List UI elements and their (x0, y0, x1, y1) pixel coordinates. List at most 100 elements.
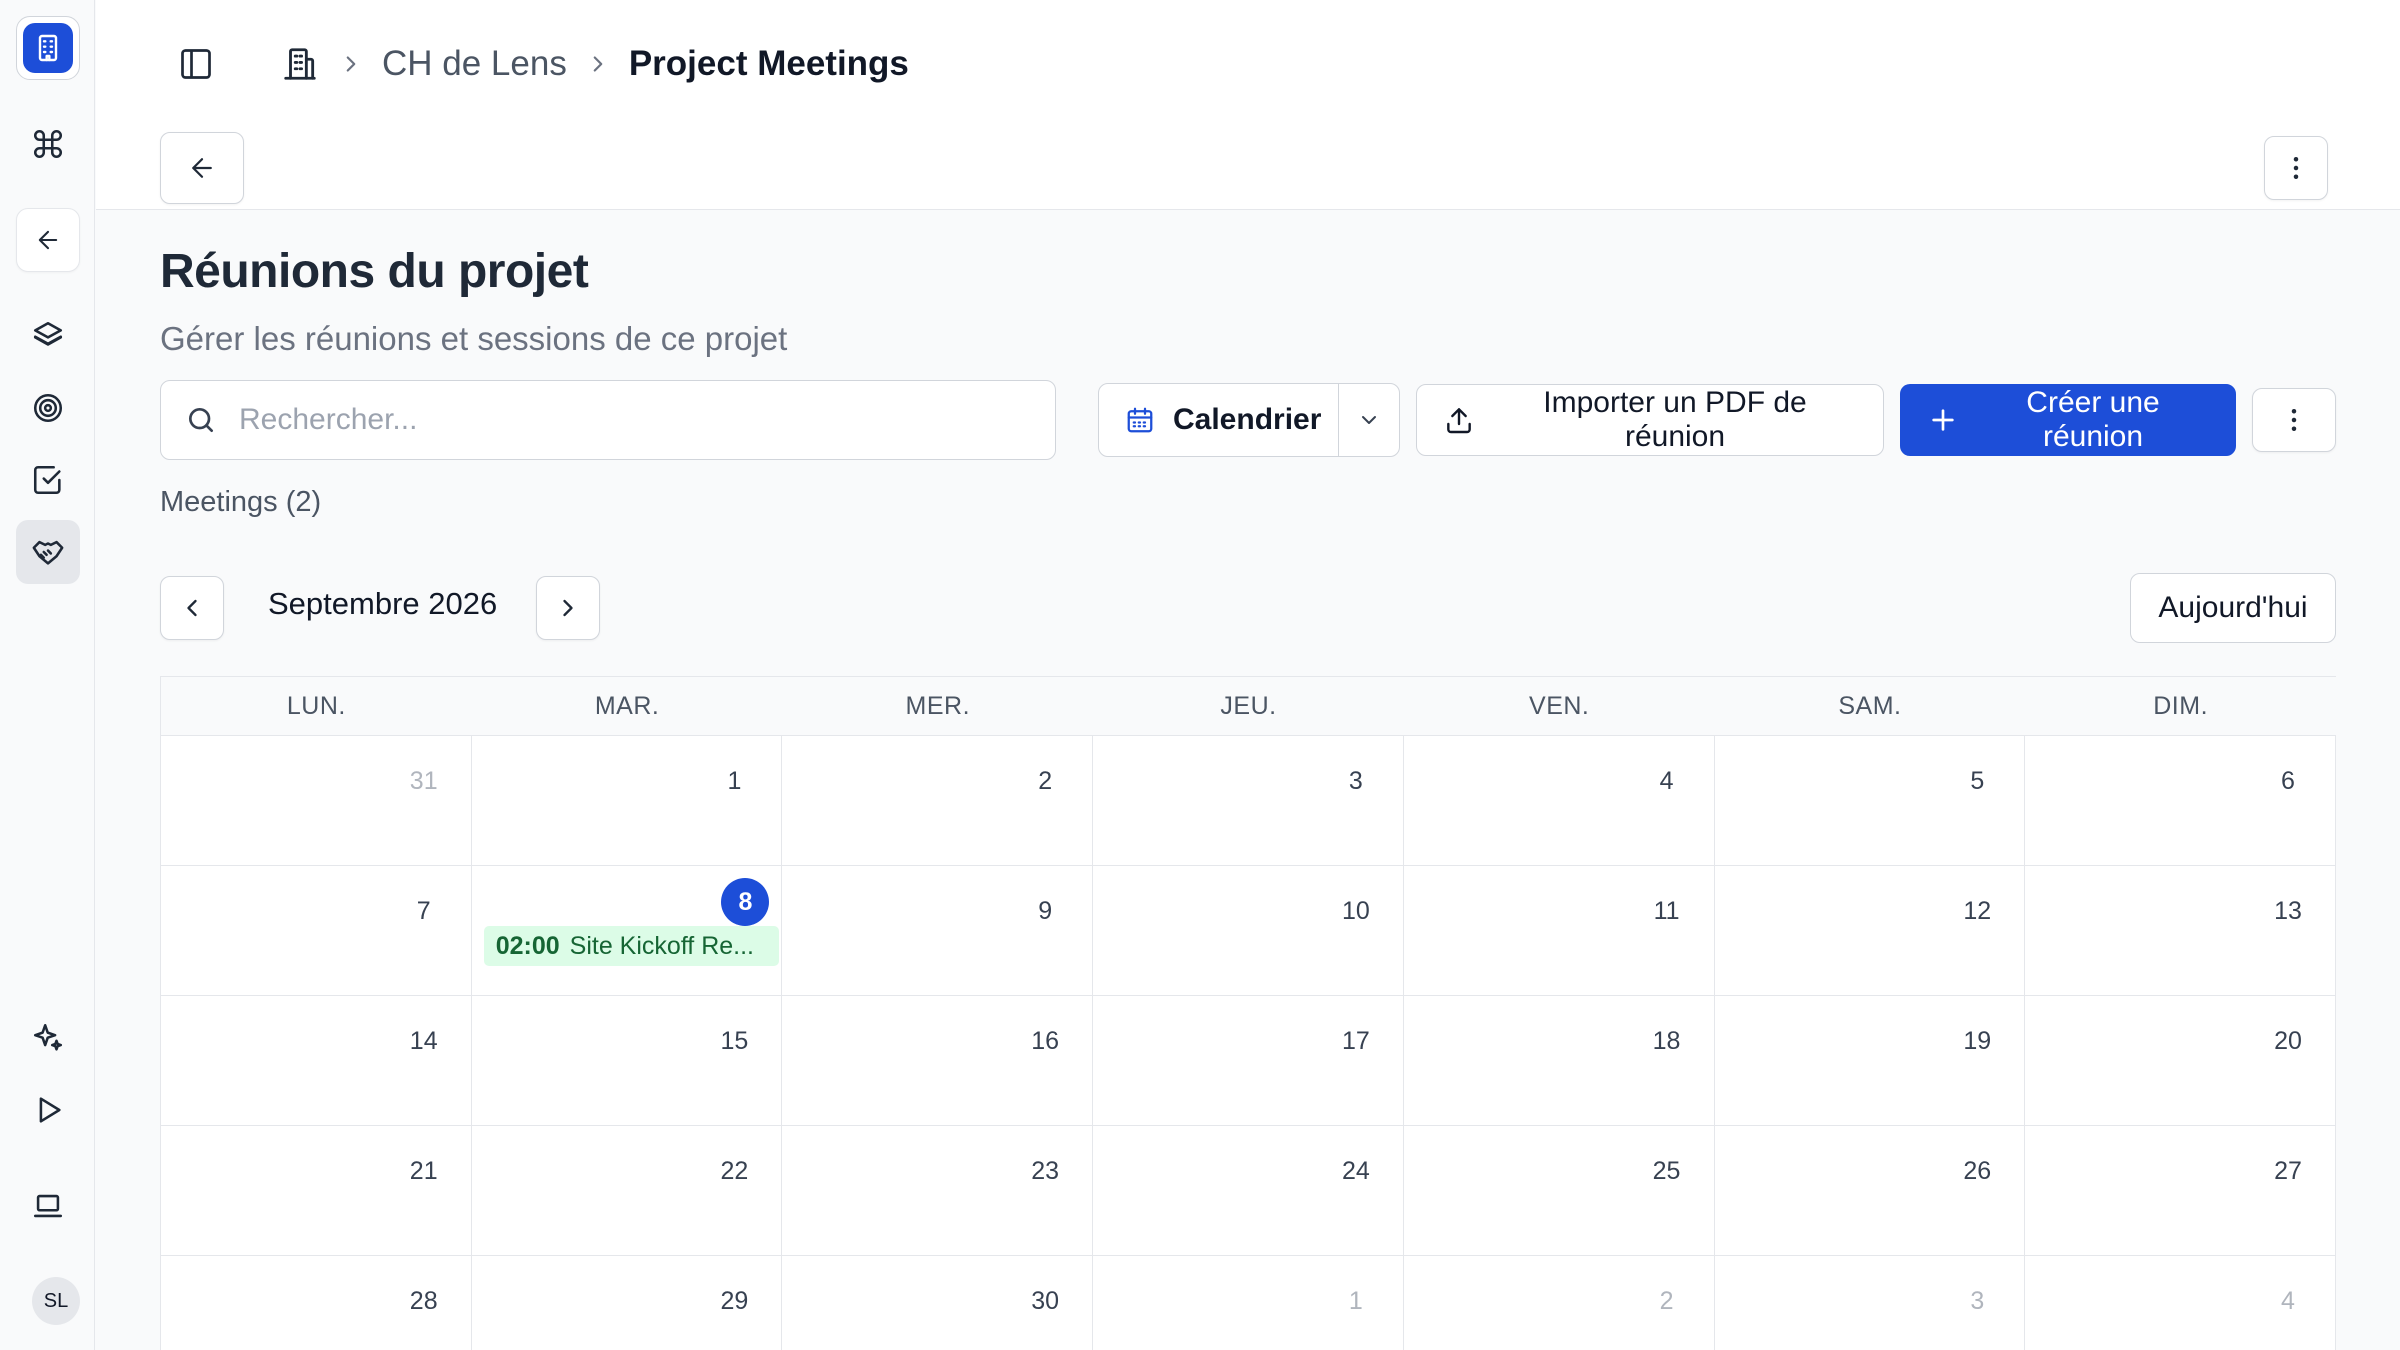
date-number: 7 (416, 896, 431, 925)
calendar-day-cell[interactable]: 31 (161, 736, 472, 865)
sparkles-icon (31, 1021, 65, 1055)
weekday-label: MER. (905, 691, 971, 720)
date-number: 2 (1659, 1286, 1674, 1315)
layers-icon (31, 319, 65, 353)
command-menu-button[interactable] (16, 112, 80, 176)
weekday-label: MAR. (594, 691, 660, 720)
calendar-day-cell[interactable]: 27 (2025, 1126, 2336, 1255)
calendar-day-cell[interactable]: 30 (782, 1256, 1094, 1350)
search-input[interactable] (239, 403, 1039, 437)
calendar-day-cell[interactable]: 4 (2025, 1256, 2336, 1350)
calendar-day-cell[interactable]: 9 (782, 866, 1094, 995)
organization-icon[interactable] (272, 36, 328, 92)
calendar-day-cell[interactable]: 13 (2025, 866, 2336, 995)
calendar-day-cell[interactable]: 2 (782, 736, 1094, 865)
calendar-day-cell[interactable]: 12 (1714, 866, 2026, 995)
chevron-right-icon (554, 594, 582, 622)
page-subtitle: Gérer les réunions et sessions de ce pro… (160, 320, 788, 357)
date-number: 27 (2274, 1156, 2302, 1185)
date-number: 18 (1652, 1026, 1681, 1055)
sidebar-toggle-button[interactable] (168, 36, 224, 92)
calendar-day-cell[interactable]: 5 (1714, 736, 2026, 865)
calendar-day-cell[interactable]: 8 02:00 Site Kickoff Re... (471, 866, 783, 995)
date-number: 10 (1341, 896, 1370, 925)
target-icon (31, 391, 65, 425)
meeting-event-time: 02:00 (495, 931, 560, 960)
sidebar-item-layers[interactable] (16, 304, 80, 368)
calendar-day-cell[interactable]: 11 (1403, 866, 1715, 995)
upload-icon (1443, 404, 1475, 436)
date-number: 24 (1341, 1156, 1370, 1185)
date-number: 13 (2274, 896, 2302, 925)
app-logo[interactable] (16, 16, 80, 80)
date-number: 4 (1659, 766, 1674, 795)
meeting-event[interactable]: 02:00 Site Kickoff Re... (483, 926, 780, 966)
date-number: 31 (409, 766, 438, 795)
sidebar-item-play[interactable] (16, 1078, 80, 1142)
calendar-day-cell[interactable]: 20 (2025, 996, 2336, 1125)
calendar-day-cell[interactable]: 6 (2025, 736, 2336, 865)
meetings-count: Meetings (2) (160, 486, 322, 518)
chevron-right-icon (338, 51, 364, 77)
back-nav-button[interactable] (160, 132, 244, 204)
date-number: 22 (720, 1156, 749, 1185)
chevron-right-icon (585, 51, 611, 77)
calendar-day-cell[interactable]: 3 (1714, 1256, 2026, 1350)
import-pdf-button[interactable]: Importer un PDF de réunion (1416, 384, 1884, 456)
create-meeting-button[interactable]: Créer une réunion (1900, 384, 2236, 456)
calendar-day-cell[interactable]: 10 (1093, 866, 1404, 995)
date-number: 2 (1038, 766, 1053, 795)
view-dropdown-toggle[interactable] (1339, 384, 1399, 456)
calendar-day-cell[interactable]: 21 (161, 1126, 472, 1255)
calendar-day-cell[interactable]: 15 (471, 996, 783, 1125)
calendar-day-cell[interactable]: 1 (471, 736, 783, 865)
calendar-day-cell[interactable]: 3 (1093, 736, 1404, 865)
meeting-event-title: Site Kickoff Re... (569, 931, 754, 960)
sidebar-item-goals[interactable] (16, 376, 80, 440)
calendar-day-cell[interactable]: 19 (1714, 996, 2026, 1125)
calendar-day-cell[interactable]: 23 (782, 1126, 1094, 1255)
calendar-day-cell[interactable]: 18 (1403, 996, 1715, 1125)
calendar-day-cell[interactable]: 28 (161, 1256, 472, 1350)
sidebar-item-meetings[interactable] (16, 520, 80, 584)
toolbar-more-button[interactable] (2252, 388, 2336, 452)
next-month-button[interactable] (536, 576, 600, 640)
view-selector-button[interactable]: Calendrier (1099, 384, 1339, 456)
calendar-day-cell[interactable]: 22 (471, 1126, 783, 1255)
search-icon (185, 404, 217, 436)
calendar-weeks: 31 1 2 3 4 5 6 7 8 02:00 Site Kickoff Re... 9 10 11 12… (161, 736, 2336, 1350)
date-number: 12 (1963, 896, 1992, 925)
panel-left-icon (178, 46, 214, 82)
calendar-day-cell[interactable]: 29 (471, 1256, 783, 1350)
breadcrumb-parent-link[interactable]: CH de Lens (382, 44, 567, 84)
date-number: 19 (1963, 1026, 1992, 1055)
prev-month-button[interactable] (160, 576, 224, 640)
calendar-day-cell[interactable]: 25 (1403, 1126, 1715, 1255)
chevron-left-icon (178, 594, 206, 622)
top-header: CH de Lens Project Meetings (96, 0, 2400, 210)
header-more-button[interactable] (2264, 136, 2328, 200)
calendar-day-cell[interactable]: 2 (1403, 1256, 1715, 1350)
calendar-week-row: 14 15 16 17 18 19 20 (161, 996, 2336, 1126)
command-icon (31, 127, 65, 161)
calendar-day-cell[interactable]: 14 (161, 996, 472, 1125)
calendar-day-cell[interactable]: 16 (782, 996, 1094, 1125)
calendar-week-row: 21 22 23 24 25 26 27 (161, 1126, 2336, 1256)
calendar-week-row: 31 1 2 3 4 5 6 (161, 736, 2336, 866)
today-button[interactable]: Aujourd'hui (2130, 573, 2336, 643)
month-label: Septembre 2026 (268, 586, 498, 621)
calendar-day-cell[interactable]: 24 (1093, 1126, 1404, 1255)
back-button[interactable] (16, 208, 80, 272)
calendar-day-cell[interactable]: 7 (161, 866, 472, 995)
calendar-day-cell[interactable]: 4 (1403, 736, 1715, 865)
calendar-day-cell[interactable]: 26 (1714, 1126, 2026, 1255)
weekday-label: LUN. (286, 691, 346, 720)
sidebar-item-ai[interactable] (16, 1006, 80, 1070)
sidebar-item-device[interactable] (16, 1174, 80, 1238)
calendar-day-cell[interactable]: 1 (1093, 1256, 1404, 1350)
checkbox-icon (31, 463, 65, 497)
avatar[interactable]: SL (32, 1277, 80, 1325)
sidebar-item-tasks[interactable] (16, 448, 80, 512)
sidebar-rail: SL (0, 0, 95, 1350)
calendar-day-cell[interactable]: 17 (1093, 996, 1404, 1125)
